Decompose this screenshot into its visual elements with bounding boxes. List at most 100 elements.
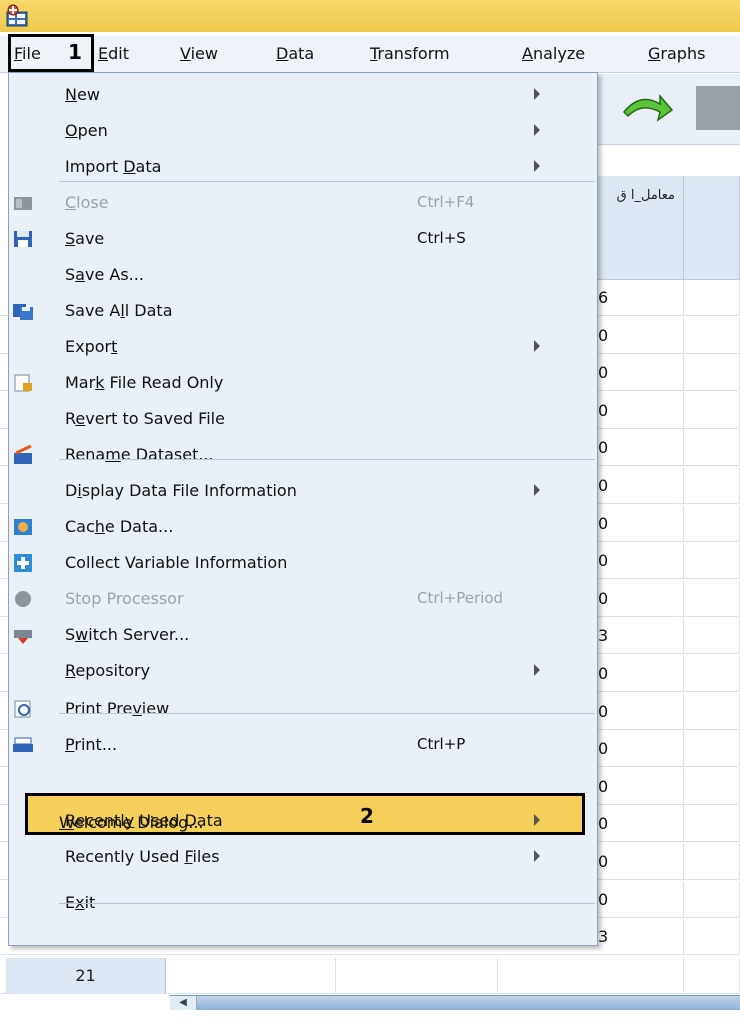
submenu-arrow-icon [534, 814, 540, 826]
table-cell[interactable] [684, 844, 740, 880]
cell-value: 0 [598, 889, 609, 909]
table-cell[interactable] [684, 430, 740, 467]
menu-item-label: Stop Processor [65, 589, 184, 608]
menu-item-recently-used-files[interactable]: Recently Used Files [9, 839, 597, 875]
menu-item-close: Close Ctrl+F4 [9, 185, 597, 221]
spss-app-icon[interactable] [5, 4, 29, 28]
table-cell[interactable] [598, 392, 684, 429]
cell-value: 0 [598, 513, 609, 533]
menu-item-recently-used-data[interactable]: Recently Used Data [9, 803, 597, 839]
cell-value: 0 [598, 325, 609, 345]
table-cell[interactable] [598, 543, 684, 580]
table-cell[interactable] [684, 580, 740, 617]
table-cell[interactable] [598, 430, 684, 467]
table-cell[interactable] [684, 919, 740, 956]
toolbar [598, 74, 740, 145]
table-cell[interactable] [598, 580, 684, 617]
menu-item-display-data-file-information[interactable]: Display Data File Information [9, 473, 597, 509]
table-cell[interactable] [598, 881, 684, 918]
table-cell[interactable] [684, 656, 740, 692]
table-cell[interactable] [166, 958, 336, 994]
table-cell[interactable] [684, 355, 740, 392]
menu-item-save-all-data[interactable]: Save All Data [9, 293, 597, 329]
table-cell[interactable] [684, 731, 740, 768]
table-cell[interactable] [684, 693, 740, 730]
menu-item-label: Import Data [65, 157, 162, 176]
menu-analyze[interactable]: Analyze [522, 44, 585, 63]
table-cell[interactable] [684, 768, 740, 805]
menu-item-open[interactable]: Open [9, 113, 597, 149]
table-cell[interactable] [598, 355, 684, 392]
table-cell[interactable] [684, 280, 740, 316]
column-header-next[interactable] [684, 176, 740, 280]
menu-separator [59, 181, 595, 182]
menu-item-print-preview[interactable]: Print Preview [9, 691, 597, 727]
table-cell[interactable] [598, 656, 684, 692]
menu-item-label: Save [65, 229, 105, 248]
cell-value: 0 [598, 664, 609, 683]
menu-item-save-as[interactable]: Save As... [9, 257, 597, 293]
menu-item-cache-data[interactable]: Cache Data... [9, 509, 597, 545]
menu-item-import-data[interactable]: Import Data [9, 149, 597, 185]
table-cell[interactable] [598, 505, 684, 542]
table-cell[interactable] [684, 505, 740, 542]
menu-transform[interactable]: Transform [370, 44, 450, 63]
menu-item-label: Save As... [65, 265, 144, 284]
add-info-icon [14, 554, 32, 572]
table-cell[interactable] [684, 881, 740, 918]
table-cell[interactable] [598, 731, 684, 768]
menu-item-save[interactable]: Save Ctrl+S [9, 221, 597, 257]
submenu-arrow-icon [534, 160, 540, 172]
grid-tool-icon[interactable] [696, 86, 740, 130]
table-cell[interactable] [684, 958, 740, 994]
menu-item-export[interactable]: Export [9, 329, 597, 365]
table-cell[interactable] [684, 468, 740, 504]
table-cell[interactable] [598, 919, 684, 956]
read-only-icon [14, 374, 32, 392]
cell-value: 3 [598, 626, 609, 646]
menu-item-label: Display Data File Information [65, 481, 297, 500]
cell-value: 0 [598, 852, 609, 871]
menu-view[interactable]: View [180, 44, 218, 63]
menu-item-label: Save All Data [65, 301, 173, 320]
menu-item-revert-to-saved-file[interactable]: Revert to Saved File [9, 401, 597, 437]
column-header[interactable]: معامل_ا ق [598, 176, 684, 280]
menu-item-label: Print Preview [65, 699, 170, 718]
table-cell[interactable] [498, 958, 684, 994]
table-cell[interactable] [598, 618, 684, 655]
menu-item-switch-server[interactable]: Switch Server... [9, 617, 597, 653]
submenu-arrow-icon [534, 88, 540, 100]
table-cell[interactable] [684, 618, 740, 655]
cell-value: 0 [598, 400, 609, 420]
table-cell[interactable] [684, 543, 740, 580]
menu-item-new[interactable]: New [9, 77, 597, 113]
menu-item-stop-processor: Stop Processor Ctrl+Period [9, 581, 597, 617]
menu-item-rename-dataset[interactable]: Rename Dataset... [9, 437, 597, 473]
menu-graphs[interactable]: Graphs [648, 44, 705, 63]
menu-item-print[interactable]: Print... Ctrl+P [9, 727, 597, 763]
horizontal-scrollbar[interactable]: ◀ [170, 995, 740, 1010]
cell-value: 0 [598, 814, 609, 834]
table-cell[interactable] [598, 693, 684, 730]
table-cell[interactable] [598, 468, 684, 504]
table-cell[interactable] [598, 844, 684, 880]
table-cell[interactable] [336, 958, 498, 994]
menu-edit[interactable]: Edit [98, 44, 129, 63]
menu-item-collect-variable-information[interactable]: Collect Variable Information [9, 545, 597, 581]
table-cell[interactable] [598, 806, 684, 843]
table-cell[interactable] [598, 280, 684, 316]
menu-item-mark-file-read-only[interactable]: Mark File Read Only [9, 365, 597, 401]
menu-data[interactable]: Data [276, 44, 314, 63]
title-bar [0, 0, 740, 32]
menu-item-repository[interactable]: Repository [9, 653, 597, 689]
goto-arrow-icon[interactable] [620, 86, 676, 126]
scroll-left-icon[interactable]: ◀ [170, 996, 197, 1010]
table-cell[interactable] [598, 317, 684, 354]
table-cell[interactable] [684, 806, 740, 843]
cell-editor-bar [598, 146, 740, 177]
table-cell[interactable] [598, 768, 684, 805]
table-cell[interactable] [684, 392, 740, 429]
row-header[interactable]: 21 [6, 958, 166, 994]
table-cell[interactable] [684, 317, 740, 354]
menu-item-label: Repository [65, 661, 151, 680]
